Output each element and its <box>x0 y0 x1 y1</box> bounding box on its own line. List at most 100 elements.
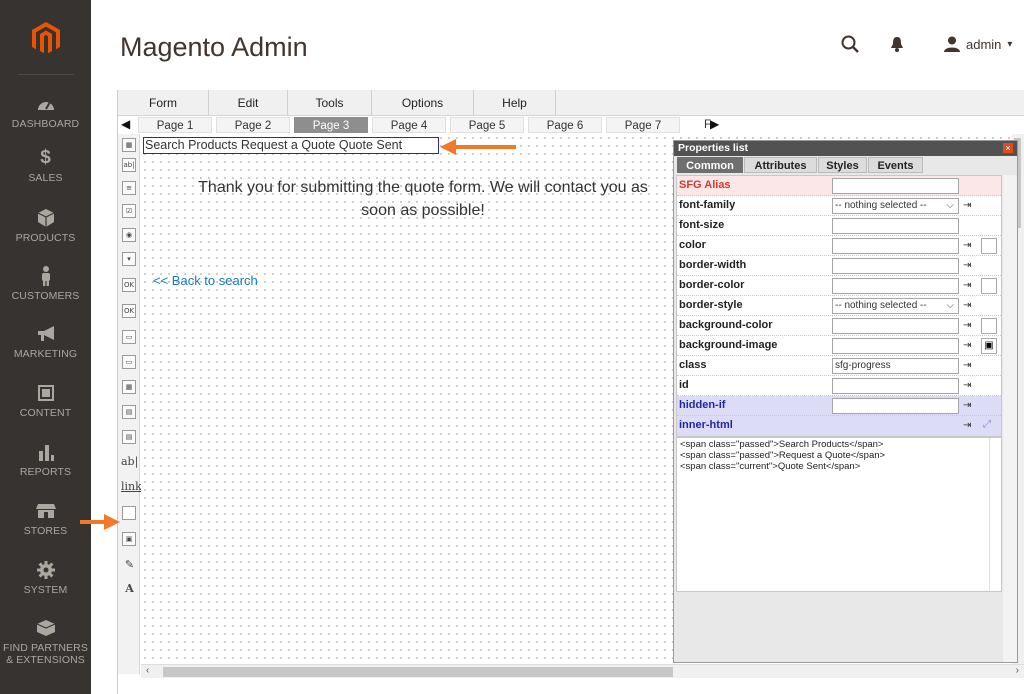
sfg-alias-input[interactable] <box>832 178 959 194</box>
inner-html-line: <span class="passed">Search Products</sp… <box>680 439 884 450</box>
menu-options[interactable]: Options <box>372 90 474 116</box>
expand-icon[interactable]: ⤢ <box>983 419 991 430</box>
background-color-swatch[interactable] <box>981 318 997 334</box>
textarea-scrollbar[interactable] <box>989 438 1001 591</box>
nav-stores[interactable]: STORES <box>0 499 91 557</box>
page-tab-5[interactable]: Page 5 <box>450 117 524 133</box>
page-tab-7[interactable]: Page 7 <box>606 117 680 133</box>
textbox-tool[interactable]: ab| <box>122 158 136 172</box>
horizontal-scroll-thumb[interactable] <box>163 667 673 677</box>
horizontal-scrollbar[interactable]: ‹ › <box>141 664 1024 678</box>
menu-edit[interactable]: Edit <box>209 90 288 116</box>
properties-scrollbar[interactable] <box>1003 175 1017 662</box>
label-tool[interactable]: ab| <box>121 455 138 469</box>
apply-arrow-icon[interactable]: ⇥ <box>963 199 975 212</box>
page-tab-3[interactable]: Page 3 <box>294 117 368 133</box>
background-image-input[interactable] <box>832 338 959 354</box>
apply-arrow-icon[interactable]: ⇥ <box>963 379 975 392</box>
border-style-select[interactable]: -- nothing selected -- ⌵ <box>832 298 959 314</box>
nav-system[interactable]: SYSTEM <box>0 558 91 616</box>
nav-content[interactable]: CONTENT <box>0 381 91 439</box>
page-prev-arrow-icon[interactable]: ◀ <box>121 117 130 131</box>
callout-arrow-icon <box>80 514 120 530</box>
dollar-icon: $ <box>40 147 51 168</box>
id-input[interactable] <box>832 378 959 394</box>
font-size-input[interactable] <box>832 218 959 234</box>
tab-attributes[interactable]: Attributes <box>744 157 817 173</box>
apply-arrow-icon[interactable]: ⇥ <box>963 419 975 432</box>
magento-logo[interactable] <box>0 0 91 76</box>
nav-label-line2: & EXTENSIONS <box>6 654 85 666</box>
textarea-tool[interactable]: ≡ <box>122 181 136 195</box>
inner-html-textarea[interactable]: <span class="passed">Search Products</sp… <box>676 437 1002 592</box>
nav-sales[interactable]: $ SALES <box>0 146 91 204</box>
apply-arrow-icon[interactable]: ⇥ <box>963 399 975 412</box>
background-color-input[interactable] <box>832 318 959 334</box>
apply-arrow-icon[interactable]: ⇥ <box>963 339 975 352</box>
global-search-button[interactable] <box>841 35 859 58</box>
color-swatch[interactable] <box>981 238 997 254</box>
close-icon[interactable]: × <box>1003 143 1013 153</box>
color-input[interactable] <box>832 238 959 254</box>
apply-arrow-icon[interactable]: ⇥ <box>963 239 975 252</box>
thank-you-message[interactable]: Thank you for submitting the quote form.… <box>163 176 683 222</box>
apply-arrow-icon[interactable]: ⇥ <box>963 279 975 292</box>
table-tool[interactable]: ▦ <box>122 380 136 394</box>
list-tool[interactable]: ▤ <box>122 405 136 419</box>
nav-dashboard[interactable]: DASHBOARD <box>0 92 91 150</box>
signature-tool[interactable]: ✎ <box>121 558 138 572</box>
apply-arrow-icon[interactable]: ⇥ <box>963 259 975 272</box>
nav-reports[interactable]: REPORTS <box>0 440 91 498</box>
image-tool[interactable]: ▣ <box>122 532 136 546</box>
apply-arrow-icon[interactable]: ⇥ <box>963 359 975 372</box>
font-family-select[interactable]: -- nothing selected -- ⌵ <box>832 198 959 214</box>
button-tool[interactable]: OK <box>122 304 136 318</box>
tab-styles[interactable]: Styles <box>818 157 867 173</box>
html-block-tool[interactable] <box>122 506 136 520</box>
notifications-button[interactable] <box>890 36 904 57</box>
checkbox-tool[interactable]: ☑ <box>122 204 136 218</box>
image-picker-icon[interactable]: ▣ <box>981 338 997 354</box>
back-to-search-link[interactable]: << Back to search <box>153 273 258 288</box>
grid-tool[interactable]: ▤ <box>122 430 136 444</box>
bell-icon <box>891 37 903 52</box>
group-tool[interactable]: ▭ <box>122 355 136 369</box>
prop-label: font-family <box>679 199 736 211</box>
class-input[interactable]: sfg-progress <box>832 358 959 374</box>
page-tab-6[interactable]: Page 6 <box>528 117 602 133</box>
nav-label: REPORTS <box>19 466 72 478</box>
submit-button-tool[interactable]: OK <box>122 278 136 292</box>
nav-find-partners[interactable]: FIND PARTNERS & EXTENSIONS <box>0 616 91 674</box>
captcha-tool[interactable]: A <box>121 582 138 596</box>
scroll-right-arrow-icon[interactable]: › <box>1016 665 1019 676</box>
prop-row-border-color: border-color ⇥ <box>677 276 1001 296</box>
nav-marketing[interactable]: MARKETING <box>0 322 91 380</box>
tab-common[interactable]: Common <box>677 157 743 173</box>
menu-help[interactable]: Help <box>474 90 556 116</box>
select-tool[interactable]: ▾ <box>122 252 136 266</box>
nav-customers[interactable]: CUSTOMERS <box>0 264 91 322</box>
apply-arrow-icon[interactable]: ⇥ <box>963 299 975 312</box>
radio-tool[interactable]: ◉ <box>122 228 136 242</box>
scroll-left-arrow-icon[interactable]: ‹ <box>146 665 149 676</box>
frame-tool[interactable]: ▭ <box>122 330 136 344</box>
border-color-swatch[interactable] <box>981 278 997 294</box>
hidden-if-input[interactable] <box>832 398 959 414</box>
menu-form[interactable]: Form <box>118 90 209 116</box>
gear-icon <box>36 558 55 582</box>
tab-events[interactable]: Events <box>868 157 923 173</box>
link-tool[interactable]: link <box>121 480 142 494</box>
prop-row-font-family: font-family -- nothing selected -- ⌵ ⇥ <box>677 196 1001 216</box>
nav-products[interactable]: PRODUCTS <box>0 206 91 264</box>
page-tab-1[interactable]: Page 1 <box>138 117 212 133</box>
page-tab-2[interactable]: Page 2 <box>216 117 290 133</box>
border-width-input[interactable] <box>832 258 959 274</box>
page-next-arrow-icon[interactable]: ▶ <box>710 117 719 131</box>
border-color-input[interactable] <box>832 278 959 294</box>
menu-tools[interactable]: Tools <box>288 90 372 116</box>
progress-breadcrumb-block[interactable]: Search Products Request a Quote Quote Se… <box>143 137 439 154</box>
user-menu[interactable]: admin ▾ <box>944 36 1012 52</box>
bar-chart-icon <box>38 440 54 464</box>
apply-arrow-icon[interactable]: ⇥ <box>963 319 975 332</box>
page-tab-4[interactable]: Page 4 <box>372 117 446 133</box>
